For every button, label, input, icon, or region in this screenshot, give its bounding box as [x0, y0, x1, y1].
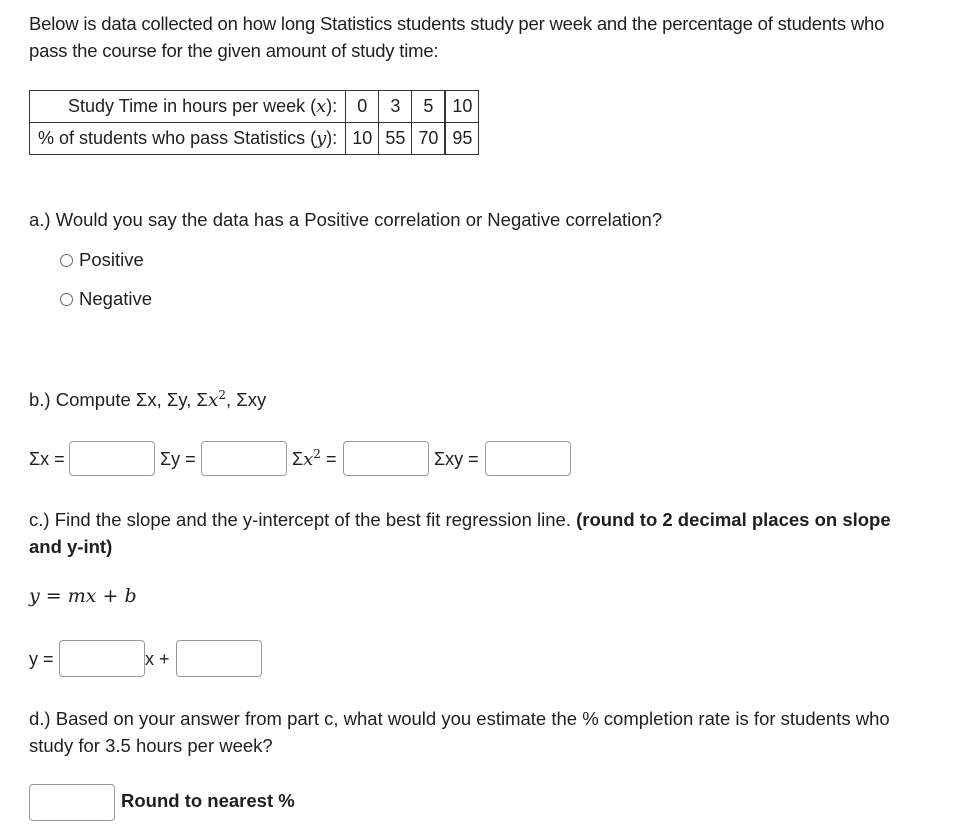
table-cell: 55 — [378, 122, 413, 155]
row-label-y: % of students who pass Statistics (y): — [28, 122, 347, 155]
data-table: Study Time in hours per week (x): 0 3 5 … — [28, 90, 480, 155]
option-negative[interactable]: Negative — [60, 288, 152, 310]
sum-xy-label: Σxy = — [434, 449, 479, 469]
sum-y-input[interactable] — [201, 441, 287, 476]
sum-x-label: Σx = — [29, 449, 65, 469]
exponent: 2 — [218, 388, 227, 402]
question-text: , Σxy — [226, 389, 267, 411]
label-suffix: ): — [326, 128, 338, 148]
equals: = — [320, 449, 337, 469]
round-hint: Round to nearest % — [121, 790, 295, 811]
option-label: Positive — [79, 249, 144, 270]
label-text: % of students who pass Statistics ( — [38, 128, 317, 148]
table-cell: 10 — [345, 122, 380, 155]
sum-xy-input[interactable] — [485, 441, 571, 476]
var-x: x — [207, 390, 219, 412]
exponent: 2 — [313, 447, 321, 461]
option-positive[interactable]: Positive — [60, 249, 144, 271]
table-cell: 0 — [345, 90, 380, 123]
part-d-question: d.) Based on your answer from part c, wh… — [29, 708, 890, 756]
table-row-x: Study Time in hours per week (x): 0 3 5 … — [28, 90, 480, 123]
sum-y-label: Σy = — [160, 449, 196, 469]
slope-input[interactable] — [59, 640, 145, 677]
part-c-question: c.) Find the slope and the y-intercept o… — [29, 506, 909, 560]
table-cell: 70 — [411, 122, 447, 155]
var-y: y — [316, 128, 327, 149]
table-cell: 5 — [411, 90, 447, 123]
label-suffix: ): — [326, 96, 338, 116]
x-plus-label: x + — [145, 649, 170, 669]
table-cell: 10 — [444, 90, 480, 123]
intro-text: Below is data collected on how long Stat… — [29, 13, 885, 61]
row-label-x: Study Time in hours per week (x): — [28, 90, 347, 123]
sum-x2-input[interactable] — [343, 441, 429, 476]
label-text: Study Time in hours per week ( — [68, 96, 317, 116]
sum-x-input[interactable] — [69, 441, 155, 476]
estimate-input[interactable] — [29, 784, 115, 821]
intercept-input[interactable] — [176, 640, 262, 677]
sum-x2-label: Σx2 = — [292, 447, 336, 470]
y-equals-label: y = — [29, 649, 54, 669]
table-cell: 3 — [378, 90, 413, 123]
sigma: Σ — [292, 449, 304, 469]
radio-negative[interactable] — [60, 292, 73, 306]
table-cell: 95 — [444, 122, 480, 155]
table-row-y: % of students who pass Statistics (y): 1… — [28, 122, 480, 155]
radio-positive[interactable] — [60, 253, 73, 267]
regression-formula: y = mx + b — [29, 585, 137, 607]
question-text: b.) Compute Σx, Σy, Σ — [29, 389, 208, 411]
question-text: c.) Find the slope and the y-intercept o… — [29, 509, 577, 530]
part-a-question: a.) Would you say the data has a Positiv… — [29, 209, 663, 230]
var-x: x — [316, 96, 327, 117]
option-label: Negative — [79, 288, 153, 309]
var-x: x — [303, 449, 314, 470]
part-b-question: b.) Compute Σx, Σy, Σx2, Σxy — [29, 388, 266, 411]
